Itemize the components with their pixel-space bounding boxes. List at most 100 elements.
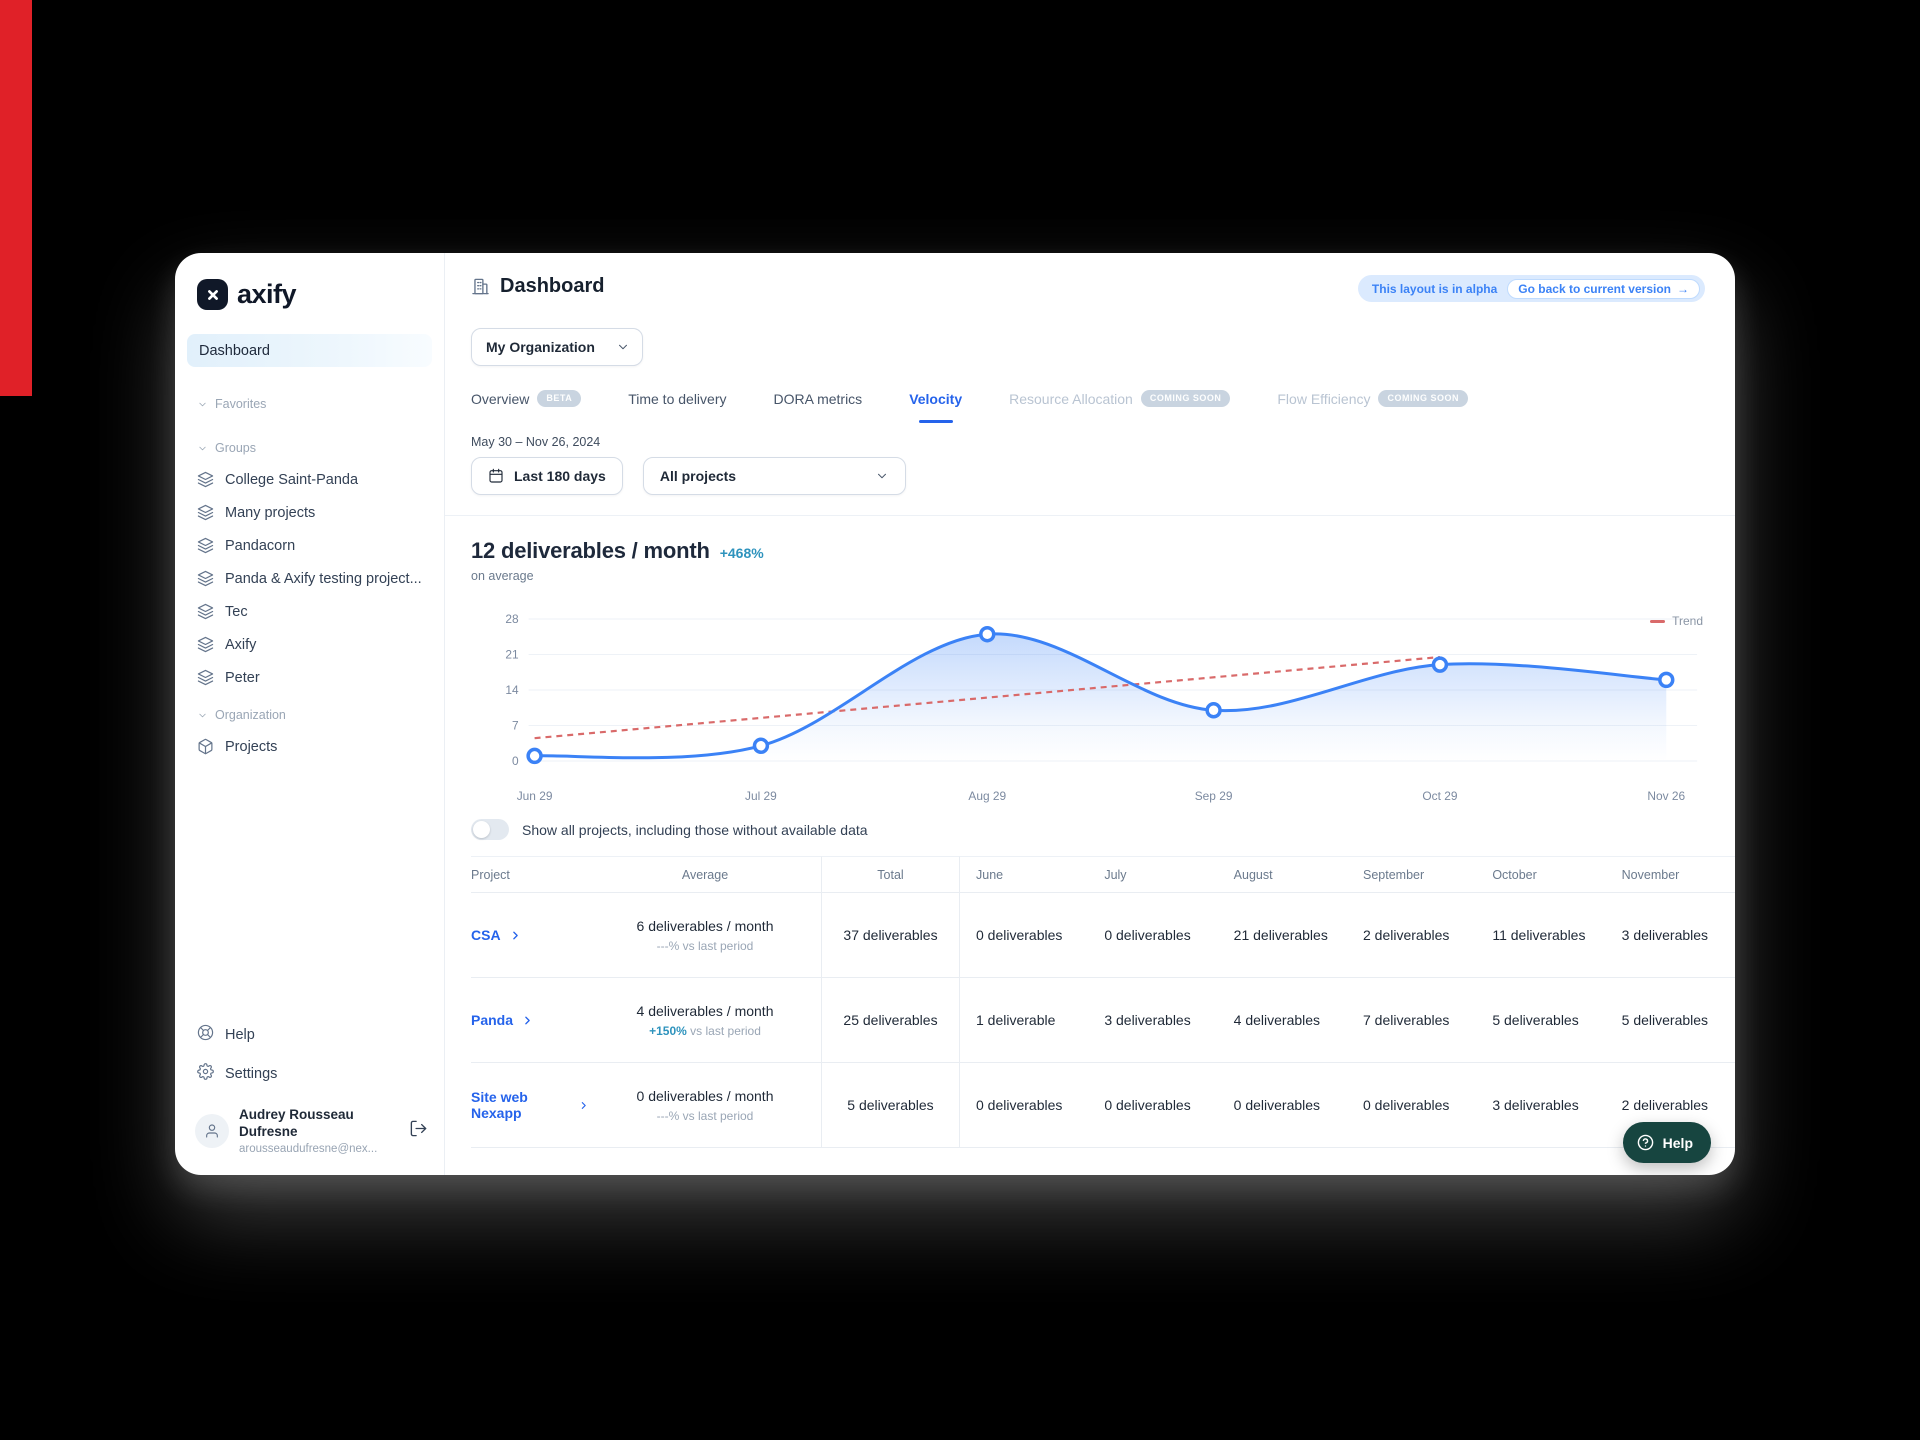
col-header-june: June (959, 856, 1088, 893)
help-fab-button[interactable]: Help (1623, 1122, 1711, 1163)
sidebar-item-help[interactable]: Help (175, 1015, 444, 1054)
date-range-label: May 30 – Nov 26, 2024 (445, 435, 1735, 449)
brand-logo[interactable]: axify (175, 279, 444, 310)
sidebar-item-dashboard[interactable]: Dashboard (187, 334, 432, 367)
axify-logo-icon (197, 279, 228, 310)
tab-dora-metrics[interactable]: DORA metrics (774, 391, 863, 409)
total-cell: 37 deliverables (821, 893, 959, 978)
sidebar-section-groups[interactable]: Groups (175, 441, 444, 455)
sidebar: axify Dashboard Favorites Groups College… (175, 253, 445, 1175)
tab-label: Resource Allocation (1009, 391, 1133, 407)
chevron-right-icon (521, 1014, 534, 1027)
trend-legend: Trend (1650, 614, 1703, 628)
logout-icon[interactable] (409, 1119, 428, 1143)
layers-icon (197, 669, 214, 686)
velocity-chart-svg: 07142128Jun 29Jul 29Aug 29Sep 29Oct 29No… (471, 607, 1709, 807)
tab-label: Flow Efficiency (1277, 391, 1370, 407)
favorites-section-label: Favorites (215, 397, 266, 411)
group-label: Peter (225, 670, 260, 686)
project-name: CSA (471, 927, 501, 943)
period-selector-button[interactable]: Last 180 days (471, 457, 623, 495)
user-email: arousseaudufresne@nex... (239, 1143, 391, 1155)
projects-filter-value: All projects (660, 468, 736, 484)
sidebar-item-settings[interactable]: Settings (175, 1054, 444, 1093)
go-back-button[interactable]: Go back to current version → (1507, 279, 1700, 299)
sidebar-item-college-saint-panda[interactable]: College Saint-Panda (175, 463, 444, 496)
project-link-panda[interactable]: Panda (471, 1012, 534, 1028)
month-cell: 0 deliverables (1218, 1063, 1347, 1148)
delta-value: ---% (657, 939, 680, 953)
svg-text:Sep 29: Sep 29 (1195, 789, 1233, 803)
user-profile[interactable]: Audrey Rousseau Dufresne arousseaudufres… (175, 1101, 444, 1159)
month-cell: 0 deliverables (1347, 1063, 1476, 1148)
month-cell: 3 deliverables (1606, 893, 1735, 978)
month-cell: 3 deliverables (1476, 1063, 1605, 1148)
month-cell: 5 deliverables (1606, 978, 1735, 1063)
col-header-average: Average (589, 856, 821, 893)
organization-selector-value: My Organization (486, 339, 595, 355)
month-cell: 4 deliverables (1218, 978, 1347, 1063)
app-window: axify Dashboard Favorites Groups College… (175, 253, 1735, 1175)
project-link-csa[interactable]: CSA (471, 927, 522, 943)
sidebar-item-panda-axify-testing[interactable]: Panda & Axify testing project... (175, 562, 444, 595)
organization-selector[interactable]: My Organization (471, 328, 643, 366)
month-cell: 2 deliverables (1347, 893, 1476, 978)
svg-text:Nov 26: Nov 26 (1647, 789, 1685, 803)
settings-label: Settings (225, 1066, 277, 1082)
projects-filter-select[interactable]: All projects (643, 457, 906, 495)
table-row-project-cell: Panda (471, 978, 589, 1063)
velocity-chart-section: 12 deliverables / month +468% on average… (445, 515, 1735, 807)
chevron-down-icon (197, 399, 208, 410)
month-cell: 0 deliverables (959, 893, 1088, 978)
tab-time-to-delivery[interactable]: Time to delivery (628, 391, 726, 409)
tab-overview[interactable]: Overview BETA (471, 390, 581, 409)
month-cell: 11 deliverables (1476, 893, 1605, 978)
show-all-projects-toggle[interactable] (471, 819, 509, 840)
tab-bar: Overview BETA Time to delivery DORA metr… (445, 390, 1735, 409)
sidebar-item-pandacorn[interactable]: Pandacorn (175, 529, 444, 562)
box-icon (197, 738, 214, 755)
sidebar-item-peter[interactable]: Peter (175, 661, 444, 694)
projects-label: Projects (225, 739, 277, 755)
page-title-text: Dashboard (500, 275, 604, 298)
sidebar-section-organization[interactable]: Organization (175, 708, 444, 722)
project-name: Panda (471, 1012, 513, 1028)
show-all-projects-toggle-row: Show all projects, including those witho… (445, 819, 1735, 840)
chevron-down-icon (197, 710, 208, 721)
total-cell: 25 deliverables (821, 978, 959, 1063)
month-cell: 21 deliverables (1218, 893, 1347, 978)
tab-label: Velocity (909, 391, 962, 407)
average-value: 0 deliverables / month (637, 1088, 774, 1104)
group-label: Panda & Axify testing project... (225, 571, 422, 587)
chevron-down-icon (197, 443, 208, 454)
brand-wordmark: axify (237, 279, 296, 310)
sidebar-item-tec[interactable]: Tec (175, 595, 444, 628)
average-value: 4 deliverables / month (637, 1003, 774, 1019)
chevron-right-icon (578, 1099, 590, 1112)
sidebar-item-projects[interactable]: Projects (175, 730, 444, 763)
main-panel: Dashboard This layout is in alpha Go bac… (445, 253, 1735, 1175)
group-label: Tec (225, 604, 248, 620)
tab-velocity[interactable]: Velocity (909, 391, 962, 409)
average-delta: +150% vs last period (649, 1024, 761, 1038)
group-label: Axify (225, 637, 256, 653)
desktop-stage: axify Dashboard Favorites Groups College… (0, 0, 1920, 1440)
average-delta: ---% vs last period (657, 1109, 754, 1123)
sidebar-dashboard-label: Dashboard (199, 343, 270, 359)
project-link-site-web-nexapp[interactable]: Site web Nexapp (471, 1089, 589, 1121)
user-meta: Audrey Rousseau Dufresne arousseaudufres… (239, 1107, 399, 1155)
sidebar-item-axify[interactable]: Axify (175, 628, 444, 661)
alpha-banner: This layout is in alpha Go back to curre… (1358, 275, 1705, 302)
tab-label: Time to delivery (628, 391, 726, 407)
project-name: Site web Nexapp (471, 1089, 570, 1121)
help-label: Help (225, 1027, 255, 1043)
sidebar-section-favorites[interactable]: Favorites (175, 397, 444, 411)
svg-text:Oct 29: Oct 29 (1422, 789, 1457, 803)
help-fab-label: Help (1663, 1135, 1693, 1151)
chevron-down-icon (875, 469, 889, 483)
month-cell: 7 deliverables (1347, 978, 1476, 1063)
group-label: Pandacorn (225, 538, 295, 554)
projects-table: Project Average Total June July August S… (471, 856, 1735, 1148)
col-header-september: September (1347, 856, 1476, 893)
sidebar-item-many-projects[interactable]: Many projects (175, 496, 444, 529)
